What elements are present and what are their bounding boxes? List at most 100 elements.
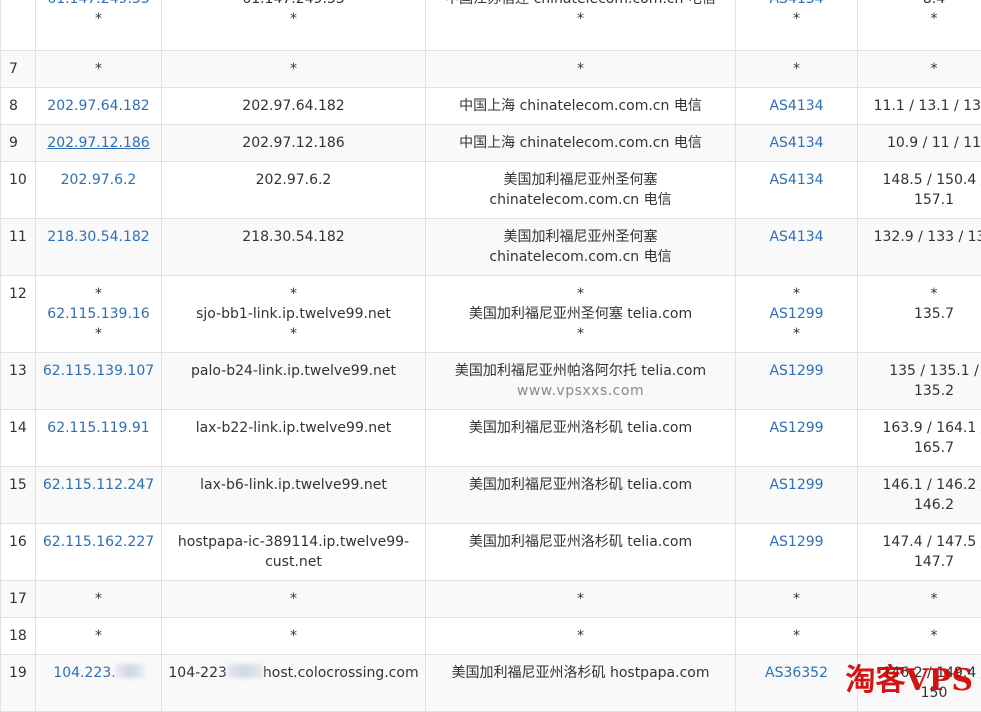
table-row: 61.147.249.33* 61.147.249.33* 中国江苏宿迁 chi… xyxy=(1,0,981,51)
table-row: 19 104.223. 104-223 host.colocrossing.com… xyxy=(1,655,981,712)
asn-cell: * xyxy=(736,51,858,88)
rtt-value: 11.1 / 13.1 / 13.7 xyxy=(858,88,981,125)
asn-link[interactable]: AS1299 xyxy=(769,363,823,379)
asn-link[interactable]: AS4134 xyxy=(769,172,823,188)
asn-link[interactable]: AS1299 xyxy=(769,534,823,550)
table-row: 13 62.115.139.107 palo-b24-link.ip.twelv… xyxy=(1,353,981,410)
table-row: 7 * * * * * xyxy=(1,51,981,88)
location: 美国加利福尼亚州洛杉矶 hostpapa.com xyxy=(426,655,736,712)
ip-cell: * xyxy=(36,51,162,88)
location: 中国上海 chinatelecom.com.cn 电信 xyxy=(426,125,736,162)
ip-link[interactable]: 62.115.119.91 xyxy=(47,420,149,436)
ip-link[interactable]: 202.97.64.182 xyxy=(47,98,149,114)
traceroute-table: 61.147.249.33 * 61.147.249.33 * 中国江苏宿迁 chi… xyxy=(0,0,981,712)
ip-link[interactable]: 62.115.139.16 xyxy=(40,304,157,324)
rtt-value: 8.4 xyxy=(862,0,981,9)
hostname: palo-b24-link.ip.twelve99.net xyxy=(162,353,426,410)
table-row: 9 202.97.12.186 202.97.12.186 中国上海 china… xyxy=(1,125,981,162)
redacted-blur xyxy=(116,664,144,678)
rtt-value: 146.1 / 146.2 / xyxy=(862,475,981,495)
table-row: 11 218.30.54.182 218.30.54.182 美国加利福尼亚州圣… xyxy=(1,219,981,276)
table-row: 17 * * * * * xyxy=(1,581,981,618)
rtt-value: 135 / 135.1 / xyxy=(862,361,981,381)
asn-link[interactable]: AS1299 xyxy=(740,304,853,324)
asn-link[interactable]: AS1299 xyxy=(769,477,823,493)
location: 美国加利福尼亚州洛杉矶 telia.com xyxy=(426,410,736,467)
asn-link[interactable]: AS4134 xyxy=(740,0,853,9)
hostname: 202.97.64.182 xyxy=(162,88,426,125)
hop-number: 16 xyxy=(1,524,36,581)
rtt-value: * xyxy=(858,618,981,655)
asn-cell: * xyxy=(736,618,858,655)
table-row: 8 202.97.64.182 202.97.64.182 中国上海 china… xyxy=(1,88,981,125)
hostname: lax-b22-link.ip.twelve99.net xyxy=(162,410,426,467)
rtt-value: * xyxy=(858,581,981,618)
hop-number: 9 xyxy=(1,125,36,162)
location: * xyxy=(426,618,736,655)
rtt-value: 163.9 / 164.1 / xyxy=(862,418,981,438)
rtt-value: 132.9 / 133 / 133 xyxy=(858,219,981,276)
hostname: lax-b6-link.ip.twelve99.net xyxy=(162,467,426,524)
ip-link[interactable]: 62.115.139.107 xyxy=(43,363,154,379)
hop-number: 12 xyxy=(1,276,36,353)
hostname: * xyxy=(162,581,426,618)
hop-number: 7 xyxy=(1,51,36,88)
rtt-value: * xyxy=(858,51,981,88)
hostname: 104-223 xyxy=(168,665,227,681)
ip-link[interactable]: 62.115.162.227 xyxy=(43,534,154,550)
table-row: 14 62.115.119.91 lax-b22-link.ip.twelve9… xyxy=(1,410,981,467)
location: 中国上海 chinatelecom.com.cn 电信 xyxy=(426,88,736,125)
hop-number: 18 xyxy=(1,618,36,655)
hop-number: 19 xyxy=(1,655,36,712)
ip-link[interactable]: 202.97.12.186 xyxy=(47,135,149,151)
rtt-value: 147.4 / 147.5 / xyxy=(862,532,981,552)
ip-link[interactable]: 218.30.54.182 xyxy=(47,229,149,245)
corner-watermark: 淘客VPS xyxy=(846,663,974,699)
rtt-value: 135.7 xyxy=(862,304,981,324)
table-row: 18 * * * * * xyxy=(1,618,981,655)
table-row: 15 62.115.112.247 lax-b6-link.ip.twelve9… xyxy=(1,467,981,524)
table-row: 10 202.97.6.2 202.97.6.2 美国加利福尼亚州圣何塞chin… xyxy=(1,162,981,219)
hop-number: 10 xyxy=(1,162,36,219)
hop-number: 11 xyxy=(1,219,36,276)
hostname: 61.147.249.33 xyxy=(166,0,421,9)
table-row: 16 62.115.162.227 hostpapa-ic-389114.ip.… xyxy=(1,524,981,581)
hostname: * xyxy=(162,51,426,88)
hostname: * xyxy=(162,618,426,655)
location: 美国加利福尼亚州圣何塞 telia.com xyxy=(432,304,729,324)
hostname-tail: host.colocrossing.com xyxy=(263,665,419,681)
asn-link[interactable]: AS4134 xyxy=(769,135,823,151)
ip-cell: * xyxy=(36,581,162,618)
asn-link[interactable]: AS4134 xyxy=(769,98,823,114)
hostname: 218.30.54.182 xyxy=(162,219,426,276)
redacted-blur xyxy=(227,664,263,678)
ip-link[interactable]: 104.223. xyxy=(53,665,115,681)
hop-number xyxy=(1,0,36,51)
hop-number: 15 xyxy=(1,467,36,524)
hostname: 202.97.6.2 xyxy=(162,162,426,219)
rtt-value: 10.9 / 11 / 11 xyxy=(858,125,981,162)
asn-cell: * xyxy=(736,581,858,618)
hostname: sjo-bb1-link.ip.twelve99.net xyxy=(166,304,421,324)
asn-link[interactable]: AS1299 xyxy=(769,420,823,436)
location: 中国江苏宿迁 chinatelecom.com.cn 电信 xyxy=(432,0,729,9)
ip-link[interactable]: 202.97.6.2 xyxy=(61,172,137,188)
location: 美国加利福尼亚州帕洛阿尔托 telia.com xyxy=(432,361,729,381)
hostname: hostpapa-ic-389114.ip.twelve99- xyxy=(166,532,421,552)
location: 美国加利福尼亚州圣何塞 xyxy=(432,227,729,247)
location: * xyxy=(426,581,736,618)
hop-number: 8 xyxy=(1,88,36,125)
hop-number: 17 xyxy=(1,581,36,618)
asn-link[interactable]: AS4134 xyxy=(769,229,823,245)
site-watermark: www.vpsxxs.com xyxy=(432,381,729,401)
hostname: 202.97.12.186 xyxy=(162,125,426,162)
table-row: 12 *62.115.139.16* *sjo-bb1-link.ip.twel… xyxy=(1,276,981,353)
asn-link[interactable]: AS36352 xyxy=(765,665,828,681)
rtt-value: 148.5 / 150.4 / xyxy=(862,170,981,190)
location: 美国加利福尼亚州圣何塞 xyxy=(432,170,729,190)
ip-cell: * xyxy=(36,618,162,655)
hop-number: 13 xyxy=(1,353,36,410)
hop-number: 14 xyxy=(1,410,36,467)
ip-link[interactable]: 61.147.249.33 xyxy=(40,0,157,9)
ip-link[interactable]: 62.115.112.247 xyxy=(43,477,154,493)
